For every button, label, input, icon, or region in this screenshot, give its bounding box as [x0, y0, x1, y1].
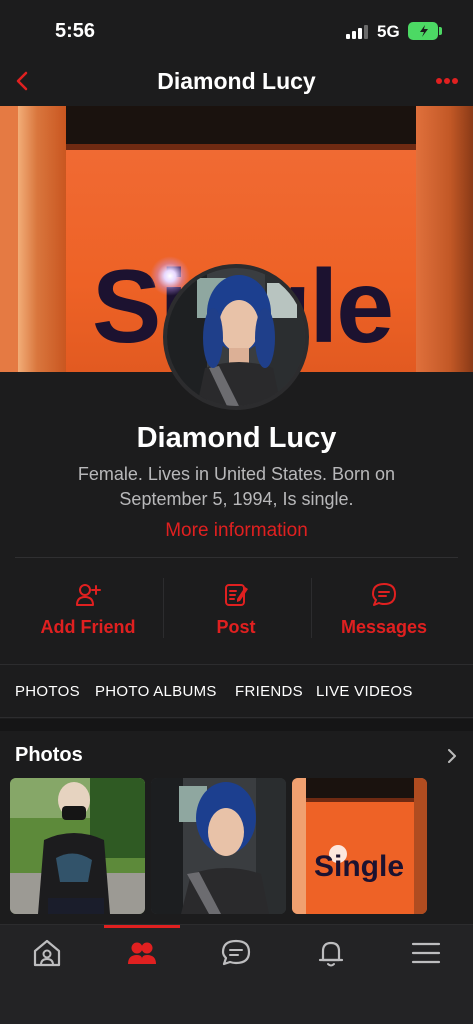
bottom-tab-bar: [0, 924, 473, 1024]
photo-thumbnail[interactable]: [151, 778, 286, 914]
post-icon: [225, 584, 248, 606]
battery-cap: [439, 27, 442, 35]
chevron-right-icon[interactable]: [446, 748, 458, 764]
add-friend-label: Add Friend: [40, 617, 136, 637]
tab-live-videos[interactable]: LIVE VIDEOS: [316, 683, 413, 700]
network-label: 5G: [377, 22, 400, 41]
friends-icon[interactable]: [126, 937, 158, 969]
add-friend-button[interactable]: Add Friend: [9, 572, 167, 644]
chat-icon[interactable]: [220, 937, 252, 969]
thumbnail-word: Single: [314, 850, 405, 883]
battery-icon: [408, 22, 438, 40]
cover-top-band: [66, 106, 416, 144]
photo-thumbnail[interactable]: [10, 778, 145, 914]
status-time: 5:56: [55, 20, 96, 42]
profile-bio: Female. Lives in United States. Born on …: [77, 464, 396, 509]
more-information-link[interactable]: More information: [0, 520, 473, 542]
messages-button[interactable]: Messages: [305, 572, 463, 644]
profile-tabs: PHOTOS PHOTO ALBUMS FRIENDS LIVE VIDEOS: [0, 664, 473, 718]
tab-photo-albums[interactable]: PHOTO ALBUMS: [95, 683, 217, 700]
messages-label: Messages: [340, 617, 428, 637]
home-icon[interactable]: [31, 937, 63, 969]
cover-left-edge: [0, 106, 18, 372]
tab-photos[interactable]: PHOTOS: [15, 683, 80, 700]
signal-icon: [346, 25, 370, 39]
messages-icon: [372, 583, 396, 606]
active-tab-indicator: [104, 925, 180, 928]
post-label: Post: [216, 617, 256, 637]
nav-bar: Diamond Lucy: [0, 60, 473, 106]
tab-friends[interactable]: FRIENDS: [235, 683, 303, 700]
cover-stripe: [18, 106, 66, 372]
post-button[interactable]: Post: [157, 572, 315, 644]
profile-name: Diamond Lucy: [136, 422, 337, 454]
divider: [15, 557, 458, 558]
bell-icon[interactable]: [315, 937, 347, 969]
section-gap: [0, 719, 473, 731]
menu-icon[interactable]: [410, 937, 442, 969]
more-options-icon[interactable]: [436, 76, 460, 86]
photos-title: Photos: [15, 744, 83, 766]
profile-avatar[interactable]: [163, 264, 309, 410]
nav-title: Diamond Lucy: [157, 68, 316, 94]
status-bar: 5:56 5G: [0, 0, 473, 60]
add-friend-icon: [76, 584, 101, 606]
photo-thumbnail[interactable]: Single: [292, 778, 427, 914]
cover-right-edge: [416, 106, 473, 372]
profile-actions: Add Friend Post Messages: [0, 572, 473, 644]
